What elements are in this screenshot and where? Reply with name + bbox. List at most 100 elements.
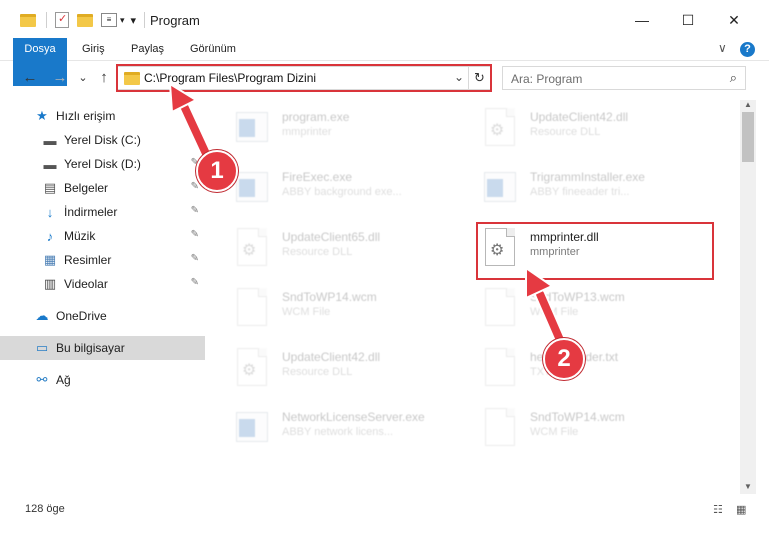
properties-icon[interactable]: ✓ (55, 12, 69, 28)
ribbon-collapse-icon[interactable]: ∨ (718, 41, 727, 55)
folder-icon[interactable] (20, 13, 36, 27)
up-button[interactable]: ↑ (93, 67, 115, 89)
dropdown-icon[interactable]: ▾ (120, 15, 125, 26)
details-view-icon[interactable]: ☷ (713, 503, 729, 516)
nav-item-music[interactable]: ♪ Müzik ✎ (0, 224, 205, 248)
maximize-button[interactable]: ☐ (665, 7, 711, 33)
file-desc: WCM File (530, 426, 579, 438)
pin-icon[interactable]: ✎ (191, 277, 199, 288)
step-2-badge: 2 (543, 338, 585, 380)
file-list: program.exe mmprinter ⚙ UpdateClient42.d… (206, 100, 740, 494)
file-name: UpdateClient65.dll (282, 230, 381, 244)
nav-item-disk-d[interactable]: ▬ Yerel Disk (D:) ✎ (0, 152, 205, 176)
pictures-icon: ▦ (43, 252, 57, 267)
navigation-pane: ★ Hızlı erişim ▬ Yerel Disk (C:) ✎ ▬ Yer… (0, 100, 205, 494)
file-item[interactable]: ⚙ UpdateClient65.dll Resource DLL (234, 226, 464, 274)
network-icon: ⚯ (36, 372, 48, 387)
pin-icon[interactable]: ✎ (191, 133, 199, 144)
file-item[interactable]: SndToWP14.wcm WCM File (482, 406, 712, 454)
title-bar: ✓ ≡ ▾ ▾ Program — ☐ ✕ (0, 0, 769, 38)
ribbon: Dosya Giriş Paylaş Görünüm ∨ ? (0, 38, 769, 86)
file-item[interactable]: NetworkLicenseServer.exe ABBY network li… (234, 406, 464, 454)
pin-icon[interactable]: ✎ (191, 205, 199, 216)
nav-item-downloads[interactable]: ↓ İndirmeler ✎ (0, 200, 205, 224)
file-item[interactable]: ⚙ UpdateClient42.dll Resource DLL (234, 346, 464, 394)
nav-label: OneDrive (56, 309, 107, 323)
tab-home[interactable]: Giriş (72, 38, 115, 61)
divider (144, 12, 146, 28)
nav-label: Yerel Disk (C:) (64, 133, 141, 147)
document-icon (482, 408, 518, 448)
file-name: UpdateClient42.dll (530, 110, 629, 124)
file-name: UpdateClient42.dll (282, 350, 381, 364)
search-input[interactable]: Ara: Program ⌕ (502, 66, 746, 90)
tab-share[interactable]: Paylaş (121, 38, 174, 61)
recent-locations-button[interactable]: ⌄ (72, 67, 94, 89)
status-bar: 128 öge ☷ ▦ (0, 497, 769, 521)
file-desc: Resource DLL (282, 246, 353, 258)
nav-item-documents[interactable]: ▤ Belgeler ✎ (0, 176, 205, 200)
nav-item-quick-access[interactable]: ★ Hızlı erişim (0, 104, 205, 128)
tab-view[interactable]: Görünüm (180, 38, 246, 61)
file-item[interactable]: FireExec.exe ABBY background exe... (234, 166, 464, 214)
nav-item-onedrive[interactable]: ☁ OneDrive (0, 304, 205, 328)
file-name: SndToWP14.wcm (530, 410, 625, 424)
nav-label: Hızlı erişim (56, 109, 116, 123)
dll-file-icon: ⚙ (234, 228, 270, 268)
file-name: program.exe (282, 110, 350, 124)
nav-item-pictures[interactable]: ▦ Resimler ✎ (0, 248, 205, 272)
highlight-address-box (116, 64, 492, 92)
nav-item-disk-c[interactable]: ▬ Yerel Disk (C:) ✎ (0, 128, 205, 152)
file-item[interactable]: helpfilereader.txt TXT (482, 346, 712, 394)
file-name: SndToWP13.wcm (530, 290, 625, 304)
scrollbar-thumb[interactable] (742, 112, 754, 162)
large-icons-view-icon[interactable]: ▦ (736, 503, 752, 516)
file-item[interactable]: TrigrammInstaller.exe ABBY fineeader tri… (482, 166, 712, 214)
document-icon (482, 288, 518, 328)
download-icon: ↓ (46, 204, 54, 220)
nav-label: Müzik (64, 229, 96, 243)
nav-label: Belgeler (64, 181, 109, 195)
pin-icon[interactable]: ✎ (191, 181, 199, 192)
file-desc: WCM File (282, 306, 331, 318)
step-1-badge: 1 (196, 150, 238, 192)
quick-access-toolbar: ✓ ≡ ▾ ▾ (20, 10, 146, 30)
nav-item-this-pc[interactable]: ▭ Bu bilgisayar (0, 336, 205, 360)
file-name: FireExec.exe (282, 170, 353, 184)
new-folder-icon[interactable] (77, 13, 93, 27)
nav-item-network[interactable]: ⚯ Ağ (0, 368, 205, 392)
file-item[interactable]: SndToWP13.wcm WCM File (482, 286, 712, 334)
back-button[interactable]: ← (19, 67, 41, 89)
file-item[interactable]: ⚙ UpdateClient42.dll Resource DLL (482, 106, 712, 154)
computer-icon: ▭ (35, 340, 49, 355)
dll-file-icon: ⚙ (482, 108, 518, 148)
file-desc: ABBY background exe... (282, 186, 402, 198)
file-desc: ABBY fineeader tri... (530, 186, 630, 198)
search-icon[interactable]: ⌕ (730, 70, 737, 86)
pin-icon[interactable]: ✎ (191, 229, 199, 240)
nav-item-videos[interactable]: ▥ Videolar ✎ (0, 272, 205, 296)
file-name: NetworkLicenseServer.exe (282, 410, 425, 424)
dll-file-icon: ⚙ (234, 348, 270, 388)
view-options-icon[interactable]: ≡ (101, 13, 117, 27)
file-name: TrigrammInstaller.exe (530, 170, 645, 184)
file-item[interactable]: SndToWP14.wcm WCM File (234, 286, 464, 334)
nav-label: Resimler (64, 253, 112, 267)
customize-icon[interactable]: ▾ (131, 14, 137, 27)
file-item[interactable]: program.exe mmprinter (234, 106, 464, 154)
vertical-scrollbar[interactable]: ▲ ▼ (740, 100, 756, 494)
scroll-down-icon[interactable]: ▼ (740, 482, 756, 494)
forward-button[interactable]: → (49, 67, 71, 89)
search-placeholder: Ara: Program (511, 72, 583, 86)
close-button[interactable]: ✕ (711, 7, 757, 33)
file-desc: Resource DLL (282, 366, 353, 378)
file-name: SndToWP14.wcm (282, 290, 377, 304)
exe-file-icon (482, 168, 518, 208)
pin-icon[interactable]: ✎ (191, 253, 199, 264)
nav-label: Videolar (64, 277, 108, 291)
minimize-button[interactable]: — (619, 7, 665, 33)
help-icon[interactable]: ? (740, 42, 755, 57)
scroll-up-icon[interactable]: ▲ (740, 100, 756, 112)
file-desc: WCM File (530, 306, 579, 318)
document-icon (234, 288, 270, 328)
